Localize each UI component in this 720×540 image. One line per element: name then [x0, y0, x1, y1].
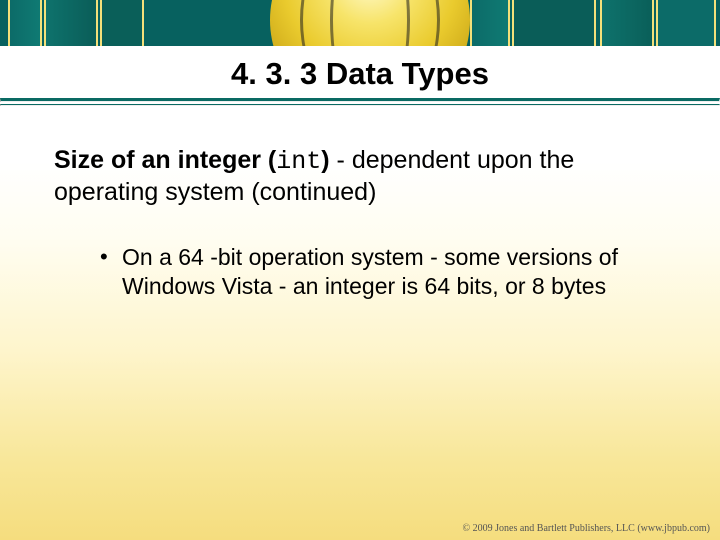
banner — [0, 0, 720, 46]
banner-stripe — [600, 0, 654, 46]
banner-stripe — [470, 0, 510, 46]
title-rule-thick — [0, 98, 720, 102]
lead-bold-suffix: ) — [321, 146, 329, 174]
bullet-list: On a 64 -bit operation system - some ver… — [54, 243, 674, 302]
lead-paragraph: Size of an integer (int) - dependent upo… — [54, 145, 674, 209]
banner-stripe — [656, 0, 716, 46]
banner-stripe — [8, 0, 42, 46]
slide-body: Size of an integer (int) - dependent upo… — [0, 106, 720, 301]
copyright-footer: © 2009 Jones and Bartlett Publishers, LL… — [463, 523, 710, 534]
slide: 4. 3. 3 Data Types Size of an integer (i… — [0, 0, 720, 540]
lead-bold-prefix: Size of an integer ( — [54, 146, 276, 174]
lead-code: int — [276, 147, 321, 176]
banner-stripe — [100, 0, 144, 46]
balloon-rib — [330, 0, 410, 46]
slide-title: 4. 3. 3 Data Types — [0, 56, 720, 92]
banner-stripe — [512, 0, 596, 46]
banner-stripe — [44, 0, 98, 46]
bullet-item: On a 64 -bit operation system - some ver… — [100, 243, 674, 302]
